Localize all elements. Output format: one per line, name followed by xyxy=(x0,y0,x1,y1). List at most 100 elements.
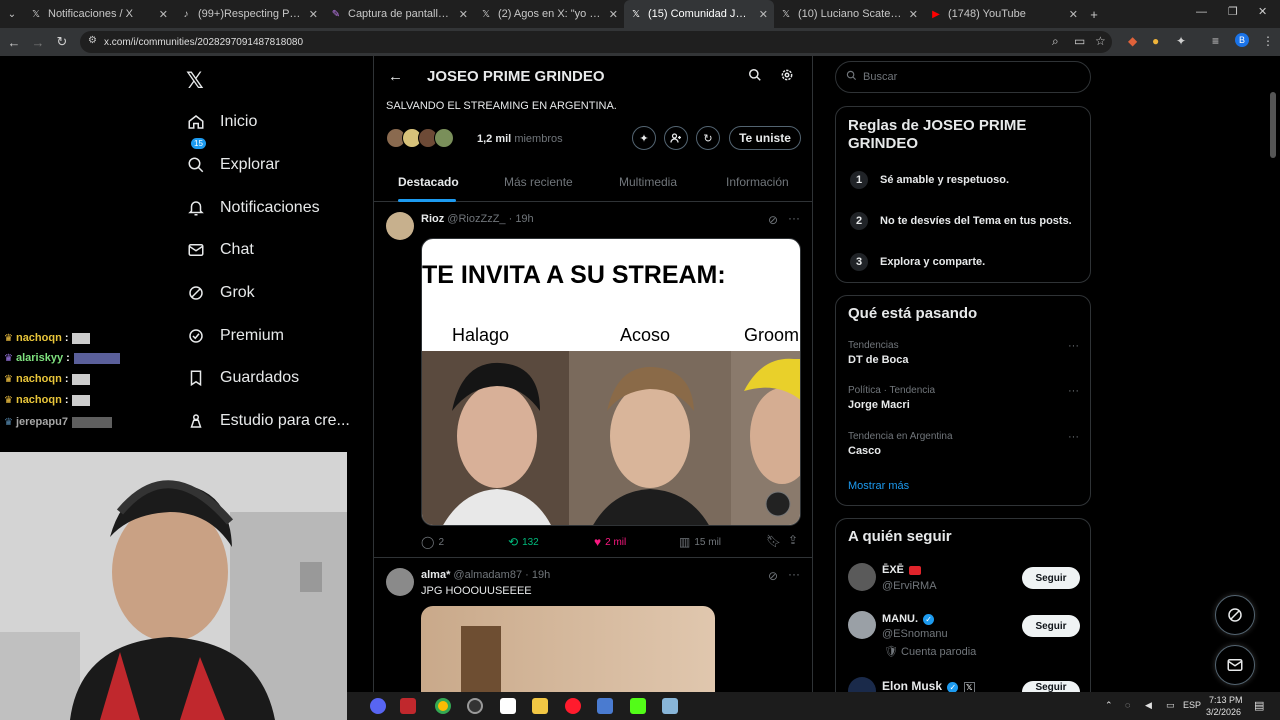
close-icon[interactable]: ✕ xyxy=(1069,8,1078,21)
more-options-icon[interactable]: ··· xyxy=(1068,340,1079,352)
search-input[interactable]: Buscar xyxy=(835,61,1091,93)
more-options-icon[interactable]: ··· xyxy=(1068,431,1079,443)
avatar[interactable] xyxy=(848,611,876,639)
new-tab-icon[interactable]: + xyxy=(1084,7,1104,22)
display-icon[interactable]: ▭ xyxy=(1166,700,1175,711)
network-icon[interactable]: ◌ xyxy=(1125,700,1130,710)
invite-user-icon[interactable] xyxy=(664,126,688,150)
nav-item-grok[interactable]: Grok xyxy=(186,283,255,303)
post[interactable]: alma* @almadam87 · 19h ⊘ ··· JPG HOOOUUS… xyxy=(374,558,812,692)
close-icon[interactable]: ✕ xyxy=(909,8,918,21)
minimize-icon[interactable]: — xyxy=(1196,6,1207,18)
avatar[interactable] xyxy=(848,563,876,591)
browser-tab[interactable]: ▶ (1748) YouTube ✕ xyxy=(924,0,1084,28)
view-count[interactable]: ▥ 15 mil xyxy=(679,535,721,549)
browser-tab[interactable]: 𝕏 (2) Agos en X: "yo creo q cosca ✕ xyxy=(474,0,624,28)
tab-mas-reciente[interactable]: Más reciente xyxy=(504,175,573,189)
volume-icon[interactable]: ◀ xyxy=(1145,700,1152,711)
back-arrow-icon[interactable]: ← xyxy=(388,68,403,85)
browser-tab[interactable]: ♪ (99+)Respecting Peely Players ✕ xyxy=(174,0,324,28)
post-author[interactable]: alma* @almadam87 · 19h xyxy=(421,569,550,581)
close-icon[interactable]: ✕ xyxy=(159,8,168,21)
close-icon[interactable]: ✕ xyxy=(459,8,468,21)
cast-icon[interactable]: ▭ xyxy=(1074,34,1085,48)
post-image[interactable] xyxy=(421,606,715,692)
browser-tab[interactable]: ✎ Captura de pantalla por Lightshot ✕ xyxy=(324,0,474,28)
settings-gear-icon[interactable] xyxy=(780,68,794,86)
zoom-icon[interactable]: ⌕ xyxy=(1052,34,1059,49)
browser-tab[interactable]: 𝕏 Notificaciones / X ✕ xyxy=(24,0,174,28)
tab-search-icon[interactable]: ⌄ xyxy=(0,9,24,20)
obs-icon[interactable] xyxy=(467,698,483,714)
post-image[interactable]: TE INVITA A SU STREAM: Halago Acoso Groo… xyxy=(421,238,801,526)
kick-icon[interactable] xyxy=(630,698,646,714)
tray-chevron-icon[interactable]: ⌃ xyxy=(1105,700,1113,711)
nav-item-chat[interactable]: Chat xyxy=(186,240,254,260)
bookmark-icon[interactable]: 🔖︎ xyxy=(766,534,781,548)
tab-informacion[interactable]: Información xyxy=(726,175,789,189)
extensions-icon[interactable]: ✦ xyxy=(1176,34,1186,48)
more-options-icon[interactable]: ··· xyxy=(788,567,800,581)
nav-item-inicio[interactable]: Inicio xyxy=(186,112,257,132)
forward-icon[interactable]: → xyxy=(26,35,50,50)
url-input[interactable]: ⚙ x.com/i/communities/202829709148781808… xyxy=(80,31,1112,53)
member-avatar[interactable] xyxy=(434,128,454,148)
more-options-icon[interactable]: ··· xyxy=(788,211,800,225)
follow-button[interactable]: Seguir xyxy=(1022,567,1080,589)
file-explorer-icon[interactable] xyxy=(532,698,548,714)
reply-count[interactable]: ◯ 2 xyxy=(421,535,444,549)
joined-button[interactable]: Te uniste xyxy=(729,126,801,150)
repost-count[interactable]: ⟲ 132 xyxy=(508,535,539,549)
nav-item-notificaciones[interactable]: Notificaciones xyxy=(186,198,320,218)
voicemod-icon[interactable] xyxy=(400,698,416,714)
browser-tab[interactable]: 𝕏 (10) Luciano Scatena en X: "MC ✕ xyxy=(774,0,924,28)
close-window-icon[interactable]: ✕ xyxy=(1258,5,1267,18)
nav-item-guardados[interactable]: Guardados xyxy=(186,368,299,388)
avatar[interactable] xyxy=(386,212,414,240)
app-icon[interactable] xyxy=(597,698,613,714)
show-more-link[interactable]: Mostrar más xyxy=(848,480,909,492)
nav-item-explorar[interactable]: Explorar xyxy=(186,155,280,175)
share-icon[interactable]: ⇪ xyxy=(788,533,798,547)
scrollbar-thumb[interactable] xyxy=(1270,92,1276,158)
back-icon[interactable]: ← xyxy=(2,35,26,50)
avatar[interactable] xyxy=(386,568,414,596)
star-icon[interactable]: ☆ xyxy=(1095,34,1106,48)
restore-icon[interactable]: ❐ xyxy=(1228,5,1238,18)
tab-destacado[interactable]: Destacado xyxy=(398,175,459,189)
grok-icon[interactable]: ⊘ xyxy=(768,213,778,227)
clock-time[interactable]: 7:13 PM xyxy=(1209,695,1243,705)
reload-icon[interactable]: ↻ xyxy=(50,34,74,50)
post-author[interactable]: Rioz @RiozZzZ_ · 19h xyxy=(421,213,534,225)
trend-name[interactable]: Jorge Macri xyxy=(848,399,910,411)
close-icon[interactable]: ✕ xyxy=(309,8,318,21)
nav-item-premium[interactable]: Premium xyxy=(186,326,284,346)
reading-list-icon[interactable]: ≡ xyxy=(1212,34,1219,48)
nav-item-estudio[interactable]: Estudio para cre... xyxy=(186,411,350,431)
sparkle-icon[interactable]: ✦ xyxy=(632,126,656,150)
trend-name[interactable]: DT de Boca xyxy=(848,354,909,366)
trend-name[interactable]: Casco xyxy=(848,445,881,457)
more-options-icon[interactable]: ··· xyxy=(1068,385,1079,397)
clock-date[interactable]: 3/2/2026 xyxy=(1206,707,1241,717)
opera-icon[interactable] xyxy=(565,698,581,714)
extension-color-icon[interactable]: ● xyxy=(1152,34,1159,48)
like-count[interactable]: ♥ 2 mil xyxy=(594,535,626,549)
tab-multimedia[interactable]: Multimedia xyxy=(619,175,677,189)
x-logo-icon[interactable]: 𝕏 xyxy=(186,68,204,94)
grok-float-button[interactable] xyxy=(1215,595,1255,635)
grok-icon[interactable]: ⊘ xyxy=(768,569,778,583)
extension-fire-icon[interactable]: ◆ xyxy=(1128,34,1137,48)
close-icon[interactable]: ✕ xyxy=(759,8,768,21)
search-icon[interactable] xyxy=(748,68,762,86)
menu-icon[interactable]: ⋮ xyxy=(1262,34,1274,48)
app-icon[interactable] xyxy=(662,698,678,714)
follow-button[interactable]: Seguir xyxy=(1022,615,1080,637)
browser-tab-active[interactable]: 𝕏 (15) Comunidad JOSEO PRIME ✕ xyxy=(624,0,774,28)
profile-avatar[interactable]: B xyxy=(1235,33,1249,47)
site-info-icon[interactable]: ⚙ xyxy=(88,35,97,46)
discord-icon[interactable] xyxy=(370,698,386,714)
post[interactable]: Rioz @RiozZzZ_ · 19h ⊘ ··· TE INVITA A S… xyxy=(374,202,812,558)
language-indicator[interactable]: ESP xyxy=(1183,700,1201,710)
chrome-icon[interactable] xyxy=(435,698,451,714)
